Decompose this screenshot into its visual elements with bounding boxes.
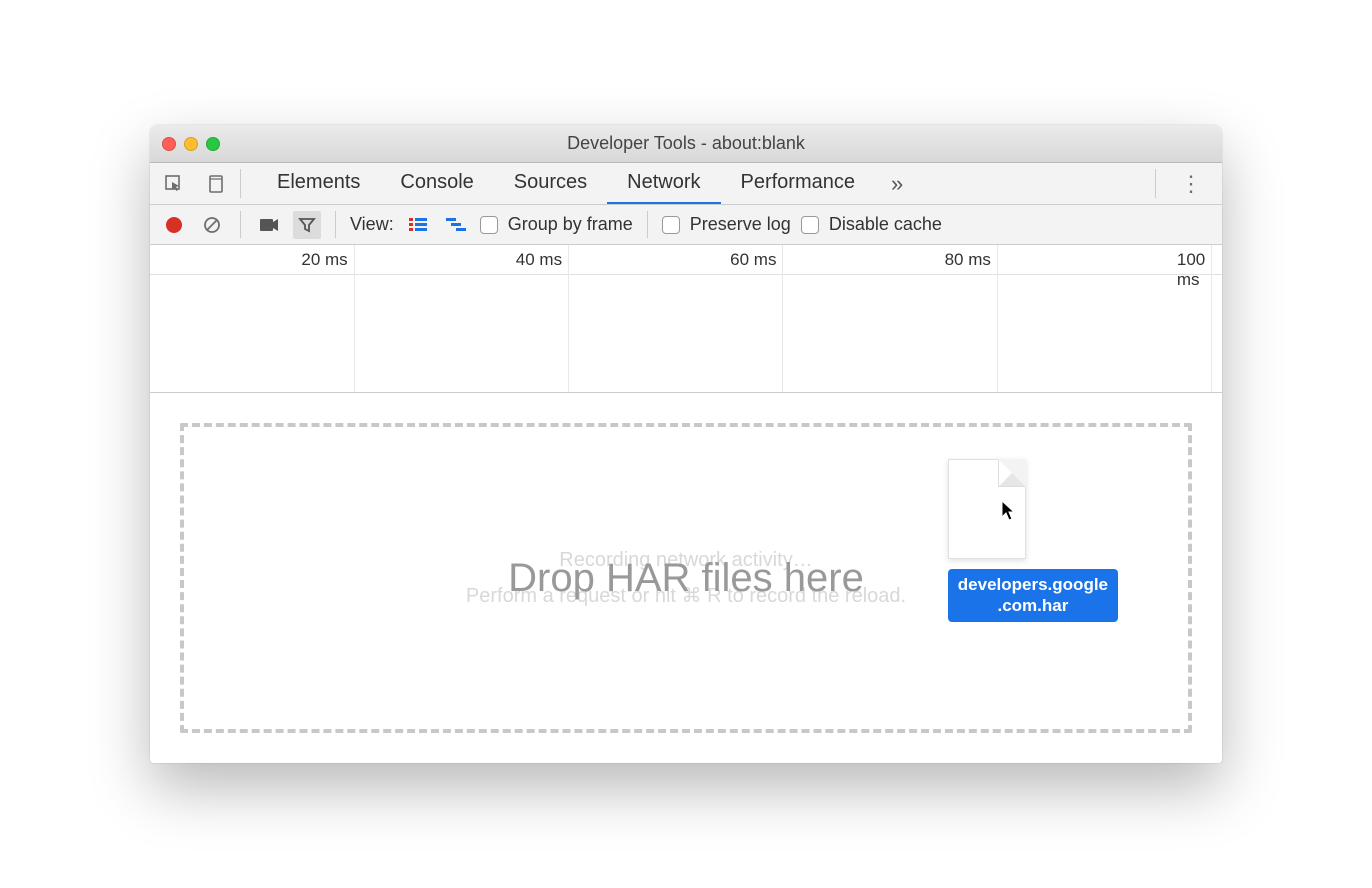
waterfall-view-icon[interactable] [442, 211, 470, 239]
minimize-window-button[interactable] [184, 137, 198, 151]
group-by-frame-label[interactable]: Group by frame [508, 214, 633, 235]
tick-label: 80 ms [945, 250, 997, 270]
devtools-window: Developer Tools - about:blank Elements C… [150, 125, 1222, 763]
dragged-file-name: developers.google .com.har [948, 569, 1118, 622]
file-icon [948, 459, 1026, 559]
view-label: View: [350, 214, 394, 235]
network-log-pane: Recording network activity… Perform a re… [150, 393, 1222, 763]
record-button[interactable] [160, 211, 188, 239]
filter-icon[interactable] [293, 211, 321, 239]
close-window-button[interactable] [162, 137, 176, 151]
group-by-frame-checkbox[interactable] [480, 216, 498, 234]
window-titlebar: Developer Tools - about:blank [150, 125, 1222, 163]
kebab-menu-icon[interactable]: ⋮ [1172, 171, 1210, 197]
tick-label: 100 ms [1177, 250, 1211, 290]
tab-sources[interactable]: Sources [494, 163, 607, 204]
list-view-icon[interactable] [404, 211, 432, 239]
camera-icon[interactable] [255, 211, 283, 239]
inspect-element-icon[interactable] [160, 170, 188, 198]
disable-cache-label[interactable]: Disable cache [829, 214, 942, 235]
tabs-row: Elements Console Sources Network Perform… [150, 163, 1222, 205]
tick-label: 40 ms [516, 250, 568, 270]
timeline-ruler: 20 ms 40 ms 60 ms 80 ms 100 ms [150, 245, 1222, 275]
device-toggle-icon[interactable] [202, 170, 230, 198]
tab-console[interactable]: Console [380, 163, 493, 204]
maximize-window-button[interactable] [206, 137, 220, 151]
panel-tabs: Elements Console Sources Network Perform… [241, 163, 919, 204]
preserve-log-checkbox[interactable] [662, 216, 680, 234]
disable-cache-checkbox[interactable] [801, 216, 819, 234]
tab-performance[interactable]: Performance [721, 163, 876, 204]
tab-network[interactable]: Network [607, 163, 720, 204]
network-toolbar: View: Group by frame Preserve log Disabl… [150, 205, 1222, 245]
tick-label: 20 ms [301, 250, 353, 270]
cursor-icon [1001, 500, 1017, 528]
dragged-file: developers.google .com.har [948, 459, 1118, 622]
clear-button[interactable] [198, 211, 226, 239]
preserve-log-label[interactable]: Preserve log [690, 214, 791, 235]
tab-elements[interactable]: Elements [257, 163, 380, 204]
tick-label: 60 ms [730, 250, 782, 270]
timeline-overview[interactable]: 20 ms 40 ms 60 ms 80 ms 100 ms [150, 245, 1222, 393]
har-dropzone[interactable]: Recording network activity… Perform a re… [180, 423, 1192, 733]
window-title: Developer Tools - about:blank [150, 133, 1222, 154]
drop-files-text: Drop HAR files here [508, 556, 864, 601]
more-tabs-button[interactable]: » [875, 163, 919, 204]
